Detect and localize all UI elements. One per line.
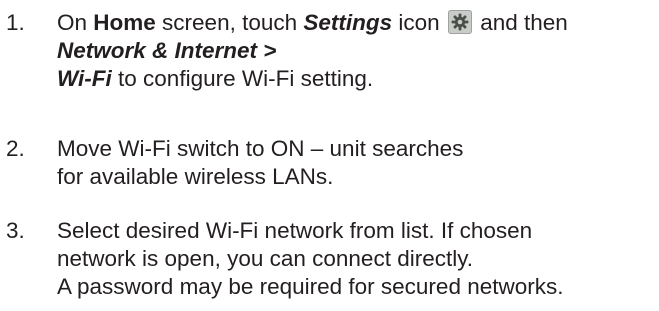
home-term: Home (93, 10, 156, 35)
step-number: 1. (6, 10, 25, 35)
step-2-line-2: for available wireless LANs. (57, 164, 334, 189)
step-1-line-1: On Home screen, touch Settings icon and … (57, 9, 657, 37)
step-3-line-2: network is open, you can connect directl… (57, 246, 474, 271)
settings-term: Settings (303, 10, 393, 35)
text: icon (392, 10, 440, 35)
text: screen, touch (155, 10, 304, 35)
text: and then (480, 10, 568, 35)
step-3-line-3: A password may be required for secured n… (57, 274, 564, 299)
step-3-line-1: Select desired Wi-Fi network from list. … (57, 218, 533, 243)
network-internet-term: Network & Internet > (57, 38, 277, 63)
step-2-line-1: Move Wi-Fi switch to ON – unit searches (57, 136, 464, 161)
step-1-text: On Home screen, touch Settings icon and … (57, 9, 657, 93)
step-3-text: Select desired Wi-Fi network from list. … (57, 217, 657, 301)
step-1-line-3: Wi-Fi to configure Wi-Fi setting. (57, 65, 657, 93)
text: On (57, 10, 94, 35)
step-number: 2. (6, 136, 25, 161)
step-2-text: Move Wi-Fi switch to ON – unit searches … (57, 135, 657, 191)
wifi-term: Wi-Fi (57, 66, 112, 91)
gear-settings-icon (447, 10, 472, 34)
step-number: 3. (6, 218, 25, 243)
text: to configure Wi-Fi setting. (111, 66, 374, 91)
